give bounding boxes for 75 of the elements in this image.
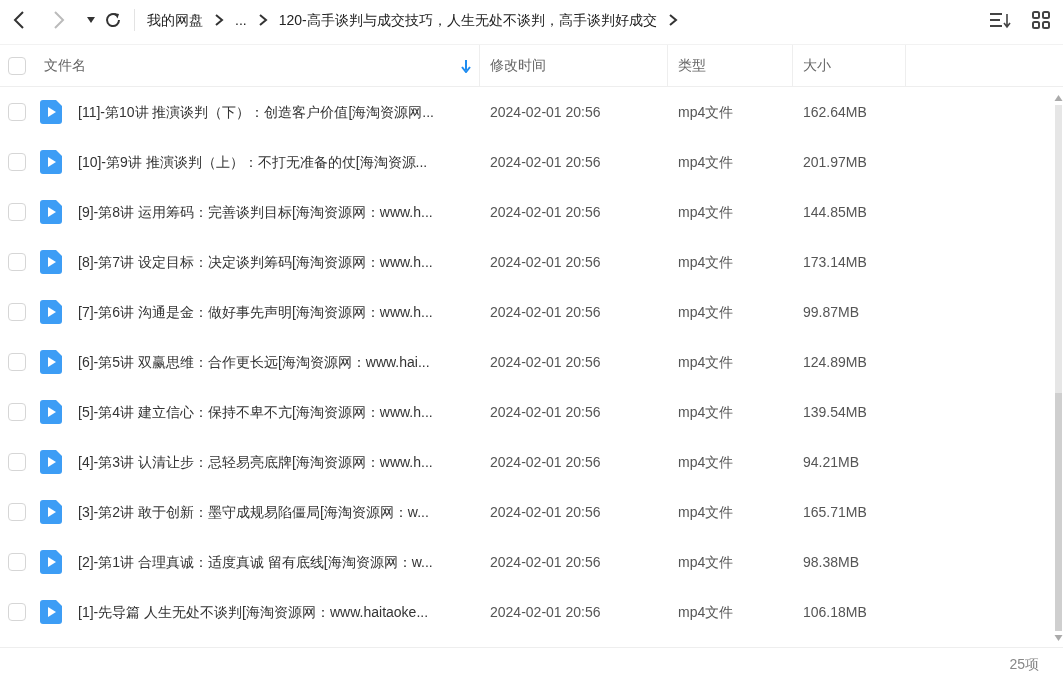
column-header[interactable]: 类型 <box>678 55 706 76</box>
table-cell-text: 201.97MB <box>802 152 868 172</box>
video-file-icon <box>40 550 62 574</box>
table-cell-text: mp4文件 <box>677 202 735 222</box>
column-header[interactable]: 修改时间 <box>490 55 546 76</box>
checkbox[interactable] <box>8 403 26 421</box>
table-cell-text: 2024-02-01 20:56 <box>489 402 602 422</box>
table-cell-text: 2024-02-01 20:56 <box>489 502 602 522</box>
table-cell-text: mp4文件 <box>677 452 735 472</box>
video-file-icon <box>40 200 62 224</box>
breadcrumb-item[interactable]: 我的网盘 <box>147 9 203 31</box>
column-header[interactable]: 文件名 <box>44 55 86 76</box>
video-file-icon <box>40 100 62 124</box>
breadcrumb-item[interactable]: ... <box>235 9 247 31</box>
video-file-icon <box>40 400 62 424</box>
table-cell-text: 173.14MB <box>802 252 868 272</box>
file-name[interactable]: [11]-第10讲 推演谈判（下）：创造客户价值[海淘资源网... <box>78 101 434 123</box>
table-cell-text: 124.89MB <box>802 352 868 372</box>
checkbox[interactable] <box>8 103 26 121</box>
file-name[interactable]: [8]-第7讲 设定目标：决定谈判筹码[海淘资源网：www.h... <box>78 251 433 273</box>
table-cell-text: mp4文件 <box>677 152 735 172</box>
checkbox[interactable] <box>8 56 26 75</box>
table-cell-text: 2024-02-01 20:56 <box>489 602 602 622</box>
table-cell-text: mp4文件 <box>677 552 735 572</box>
video-file-icon <box>40 300 62 324</box>
breadcrumb-item[interactable]: 120-高手谈判与成交技巧，人生无处不谈判，高手谈判好成交 <box>278 9 657 31</box>
video-file-icon <box>40 150 62 174</box>
table-cell-text: 2024-02-01 20:56 <box>489 552 602 572</box>
checkbox[interactable] <box>8 253 26 271</box>
file-name[interactable]: [9]-第8讲 运用筹码：完善谈判目标[海淘资源网：www.h... <box>78 201 433 223</box>
checkbox[interactable] <box>8 453 26 471</box>
table-cell-text: 162.64MB <box>802 102 868 122</box>
table-cell-text: 144.85MB <box>802 202 868 222</box>
file-name[interactable]: [7]-第6讲 沟通是金：做好事先声明[海淘资源网：www.h... <box>78 301 433 323</box>
checkbox[interactable] <box>8 553 26 571</box>
table-cell-text: 2024-02-01 20:56 <box>489 352 602 372</box>
table-cell-text: mp4文件 <box>677 502 735 522</box>
checkbox[interactable] <box>8 503 26 521</box>
video-file-icon <box>40 500 62 524</box>
table-cell-text: 2024-02-01 20:56 <box>489 152 602 172</box>
file-name[interactable]: [6]-第5讲 双赢思维：合作更长远[海淘资源网：www.hai... <box>78 351 430 373</box>
table-cell-text: 99.87MB <box>802 302 861 322</box>
item-count: 25项 <box>1009 655 1039 674</box>
checkbox[interactable] <box>8 153 26 171</box>
video-file-icon <box>40 350 62 374</box>
table-cell-text: 2024-02-01 20:56 <box>489 202 602 222</box>
column-header[interactable]: 大小 <box>803 55 831 76</box>
checkbox[interactable] <box>8 203 26 221</box>
file-name[interactable]: [1]-先导篇 人生无处不谈判[海淘资源网：www.haitaoke... <box>78 601 429 623</box>
table-cell-text: mp4文件 <box>677 252 735 272</box>
table-cell-text: 165.71MB <box>802 502 868 522</box>
table-cell-text: 94.21MB <box>802 452 861 472</box>
video-file-icon <box>40 250 62 274</box>
table-cell-text: 106.18MB <box>802 602 868 622</box>
table-cell-text: mp4文件 <box>677 102 735 122</box>
table-cell-text: mp4文件 <box>677 602 735 622</box>
table-cell-text: 2024-02-01 20:56 <box>489 302 602 322</box>
table-cell-text: 139.54MB <box>802 402 868 422</box>
table-cell-text: mp4文件 <box>677 302 735 322</box>
file-name[interactable]: [5]-第4讲 建立信心：保持不卑不亢[海淘资源网：www.h... <box>78 401 433 423</box>
table-cell-text: mp4文件 <box>677 402 735 422</box>
file-name[interactable]: [4]-第3讲 认清让步：忌轻易亮底牌[海淘资源网：www.h... <box>78 451 433 473</box>
video-file-icon <box>40 450 62 474</box>
video-file-icon <box>40 600 62 624</box>
table-cell-text: 2024-02-01 20:56 <box>489 102 602 122</box>
table-cell-text: mp4文件 <box>677 352 735 372</box>
checkbox[interactable] <box>8 603 26 621</box>
table-cell-text: 2024-02-01 20:56 <box>489 452 602 472</box>
file-name[interactable]: [3]-第2讲 敢于创新：墨守成规易陷僵局[海淘资源网：w... <box>78 501 429 523</box>
file-name[interactable]: [10]-第9讲 推演谈判（上）：不打无准备的仗[海淘资源... <box>78 151 428 173</box>
table-cell-text: 98.38MB <box>802 552 861 572</box>
checkbox[interactable] <box>8 353 26 371</box>
file-name[interactable]: [2]-第1讲 合理真诚：适度真诚 留有底线[海淘资源网：w... <box>78 551 433 573</box>
table-cell-text: 2024-02-01 20:56 <box>489 252 602 272</box>
checkbox[interactable] <box>8 303 26 321</box>
